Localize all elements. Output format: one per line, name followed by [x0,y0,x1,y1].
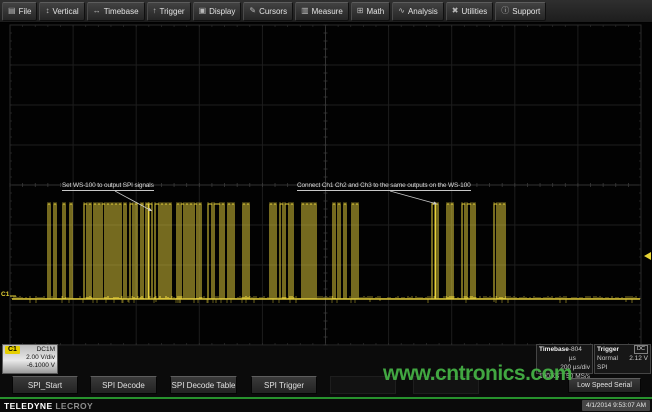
trigger-coupling-badge: DC [634,345,648,354]
brand-lecroy: LECROY [55,401,93,411]
annotation-connect-channels: Connect Ch1 Ch2 and Ch3 to the same outp… [297,182,471,191]
footer-bar: TELEDYNE LECROY 4/1/2014 9:53:07 AM [0,397,652,412]
menu-item-cursors[interactable]: ✎Cursors [243,2,293,21]
menu-item-label: Utilities [461,7,487,16]
channel1-badge: C1 [5,346,20,354]
menu-item-file[interactable]: ▤File [2,2,37,21]
trend-chart-icon: ∿ [398,7,405,15]
oscilloscope-app: ▤File↕Vertical↔Timebase↑Trigger▣Display✎… [0,0,652,412]
menu-item-label: Cursors [259,7,287,16]
menu-item-vertical[interactable]: ↕Vertical [39,2,84,21]
calculator-icon: ⊞ [357,7,364,15]
menu-item-trigger[interactable]: ↑Trigger [147,2,191,21]
low-speed-serial-button[interactable]: Low Speed Serial [568,378,641,393]
file-icon: ▤ [8,7,16,15]
timebase-label: Timebase [539,345,569,363]
channel1-offset: -6.1000 V [5,362,55,370]
trigger-level: 2.12 V [629,354,648,363]
menu-item-analysis[interactable]: ∿Analysis [392,2,444,21]
menu-item-label: Trigger [160,7,185,16]
tools-icon: ✖ [452,7,459,15]
timebase-descriptor-box[interactable]: Timebase -804 µs 200 µs/div 100 kS 50 MS… [536,344,593,374]
channel1-volts-per-div: 2.00 V/div [5,354,55,362]
menu-item-label: Measure [312,7,343,16]
spi-start-button[interactable]: SPI_Start [12,376,78,394]
menu-item-math[interactable]: ⊞Math [351,2,391,21]
brand-teledyne: TELEDYNE [4,401,53,411]
spi-trigger-button[interactable]: SPI Trigger [251,376,317,394]
menu-item-timebase[interactable]: ↔Timebase [87,2,145,21]
menu-item-label: Support [512,7,540,16]
menu-item-label: Analysis [408,7,438,16]
trigger-arrow-icon: ↑ [153,7,157,15]
channel1-coupling: DC1M [37,346,55,354]
menu-item-support[interactable]: ⓘSupport [495,2,546,21]
menu-item-label: Math [366,7,384,16]
trigger-descriptor-box[interactable]: Trigger DC Normal 2.12 V SPI [594,344,651,374]
spi-decode-button[interactable]: SPI Decode [90,376,157,394]
menu-item-label: Display [209,7,235,16]
menu-item-measure[interactable]: ▥Measure [295,2,349,21]
menu-item-label: File [19,7,32,16]
horizontal-arrows-icon: ↔ [93,7,101,15]
channel1-ground-marker: C1 [1,291,9,298]
trigger-mode: Normal [597,354,618,363]
channel1-descriptor-box[interactable]: C1 DC1M 2.00 V/div -6.1000 V [2,344,58,374]
vertical-arrows-icon: ↕ [45,7,49,15]
ruler-icon: ▥ [301,7,309,15]
trigger-label: Trigger [597,345,619,354]
timebase-samples: 100 kS [539,372,559,381]
menu-item-label: Timebase [104,7,139,16]
annotation-set-ws100: Set WS-100 to output SPI signals [62,182,154,191]
blank-button [330,376,396,394]
menu-item-display[interactable]: ▣Display [193,2,242,21]
pencil-icon: ✎ [249,7,256,15]
clock-timestamp: 4/1/2014 9:53:07 AM [582,400,650,411]
timebase-delay: -804 µs [569,345,590,363]
display-icon: ▣ [199,7,207,15]
brand-logo: TELEDYNE LECROY [4,401,93,411]
menu-bar: ▤File↕Vertical↔Timebase↑Trigger▣Display✎… [0,0,652,23]
menu-item-label: Vertical [52,7,78,16]
blank-button [413,376,479,394]
timebase-time-per-div: 200 µs/div [560,363,590,372]
spi-decode-table-button[interactable]: SPI Decode Table [170,376,237,394]
info-icon: ⓘ [501,7,509,15]
trigger-source: SPI [597,363,607,372]
menu-item-utilities[interactable]: ✖Utilities [446,2,493,21]
